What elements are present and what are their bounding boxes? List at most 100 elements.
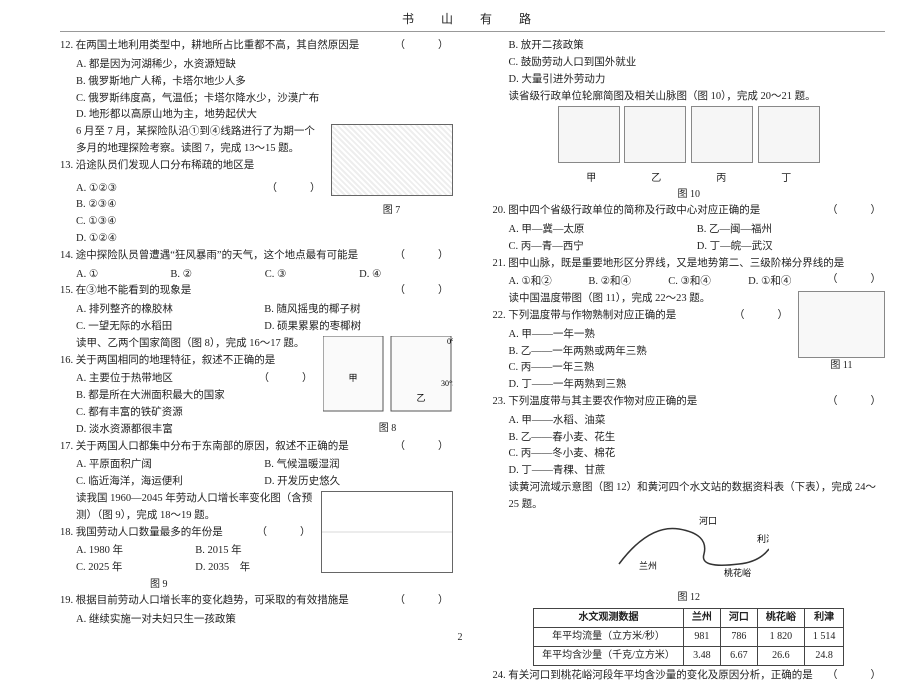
province-outline-ding-icon [758,106,820,163]
q24-stem: 24. 有关河口到桃花峪河段年平均含沙量的变化及原因分析，正确的是 （ ） [493,668,886,685]
q22-opt-a: A. 甲——一年一熟 [493,327,793,344]
answer-blank: （ ） [827,272,885,289]
answer-blank: （ ） [827,394,885,411]
q22-opt-d: D. 丁——一年两熟到三熟 [493,377,793,394]
lead24: 读黄河流域示意图（图 12）和黄河四个水文站的数据资料表（下表），完成 24～2… [493,480,886,514]
q23-stem: 23. 下列温度带与其主要农作物对应正确的是 （ ） [493,394,886,411]
q12-opt-c: C. 俄罗斯纬度高，气温低；卡塔尔降水少，沙漠广布 [60,91,453,108]
label-ding: 丁 [781,171,791,187]
figure-9 [321,491,453,573]
q18-opt-c: C. 2025 年 [76,560,195,577]
q19-opt-a: A. 继续实施一对夫妇只生一孩政策 [60,612,453,629]
q22-opt-c: C. 丙——一年三熟 [493,360,793,377]
q13-opt-c: C. ①③④ [60,214,325,231]
q17-opt-d: D. 开发历史悠久 [264,474,452,491]
q13-stem: 13. 沿途队员们发现人口分布稀疏的地区是 [60,158,325,175]
label-hekou: 河口 [699,515,717,526]
q20-opt-a: A. 甲—冀—太原 [509,222,697,239]
td-val: 981 [683,628,720,647]
th-taohuayu: 桃花峪 [757,609,804,628]
th-lijin: 利津 [804,609,844,628]
q12-text: 12. 在两国土地利用类型中，耕地所占比重都不高，其自然原因是 [60,40,359,51]
svg-text:30°S: 30°S [441,379,453,388]
q16-stem: 16. 关于两国相同的地理特征，叙述不正确的是 [60,353,317,370]
answer-blank: （ ） [395,38,453,55]
page-number: 2 [458,630,463,646]
lead18-row: 读我国 1960—2045 年劳动人口增长率变化图（含预测）（图 9），完成 1… [60,491,453,593]
q21-options: A. ①和② B. ②和④ C. ③和④ D. ①和④ [493,274,828,291]
q17-opt-b: B. 气候温暖湿润 [264,457,452,474]
q18-text: 18. 我国劳动人口数量最多的年份是 [60,527,223,538]
answer-blank: （ ） [827,668,885,685]
q13-opt-d: D. ①②④ [60,231,325,248]
q23-opt-d: D. 丁——青稞、甘蔗 [493,463,886,480]
q21-opt-b: B. ②和④ [588,274,667,291]
q14-opt-b: B. ② [170,267,263,284]
exam-page: 书 山 有 路 12. 在两国土地利用类型中，耕地所占比重都不高，其自然原因是 … [0,0,920,650]
fig11-caption: 图 11 [798,358,885,374]
answer-blank: （ ） [395,439,453,456]
line-chart-icon [321,491,453,573]
answer-blank: （ ） [395,248,453,265]
right-column: B. 放开二孩政策 C. 鼓励劳动人口到国外就业 D. 大量引进外劳动力 读省级… [493,38,886,687]
answer-blank: （ ） [267,181,325,198]
q17-stem: 17. 关于两国人口都集中分布于东南部的原因，叙述不正确的是 （ ） [60,439,453,456]
q20-row2: C. 丙—青—西宁 D. 丁—皖—武汉 [493,239,886,256]
label-taohuayu: 桃花峪 [724,567,751,578]
q20-opt-d: D. 丁—皖—武汉 [697,239,885,256]
yellow-river-map-icon: 河口 兰州 桃花峪 利津 [609,514,769,584]
left-column: 12. 在两国土地利用类型中，耕地所占比重都不高，其自然原因是 （ ） A. 都… [60,38,453,687]
q15-opt-b: B. 随风摇曳的椰子树 [264,302,452,319]
q23-opt-a: A. 甲——水稻、油菜 [493,413,886,430]
answer-blank: （ ） [395,593,453,610]
q16-text: 16. 关于两国相同的地理特征，叙述不正确的是 [60,355,275,366]
lead20: 读省级行政单位轮廓简图及相关山脉图（图 10），完成 20～21 题。 [493,89,886,106]
figure-7: 图 7 [331,124,453,219]
q15-options-row1: A. 排列整齐的橡胶林 B. 随风摇曳的椰子树 [60,302,453,319]
answer-blank: （ ） [734,308,792,325]
q15-opt-d: D. 硕果累累的枣椰树 [264,319,452,336]
label-lijin: 利津 [757,533,769,544]
q14-opt-d: D. ④ [359,267,452,284]
q21-opt-d: D. ①和④ [748,274,827,291]
svg-text:0°: 0° [447,337,453,346]
q17-text: 17. 关于两国人口都集中分布于东南部的原因，叙述不正确的是 [60,441,349,452]
q15-options-row2: C. 一望无际的水稻田 D. 硕果累累的枣椰树 [60,319,453,336]
q16-opt-c: C. 都有丰富的铁矿资源 [60,405,317,422]
q24-text: 24. 有关河口到桃花峪河段年平均含沙量的变化及原因分析，正确的是 [493,670,813,681]
svg-text:甲: 甲 [348,373,357,383]
q22-text: 22. 下列温度带与作物熟制对应正确的是 [493,310,677,321]
q20-opt-c: C. 丙—青—西宁 [509,239,697,256]
fig12-caption: 图 12 [493,590,886,606]
label-jia: 甲 [586,171,596,187]
fig8-caption: 图 8 [323,421,453,437]
q16-opt-d: D. 淡水资源都很丰富 [60,422,317,439]
figure-11: 图 11 [798,291,885,374]
answer-blank: （ ） [395,283,453,300]
q20-opt-b: B. 乙—闽—福州 [697,222,885,239]
th-lanzhou: 兰州 [683,609,720,628]
q14-stem: 14. 途中探险队员曾遭遇“狂风暴雨”的天气，这个地点最有可能是 （ ） [60,248,453,265]
answer-blank: （ ） [827,203,885,220]
q21-text: 21. 图中山脉，既是重要地形区分界线，又是地势第二、三级阶梯分界线的是 [493,258,845,269]
q14-opt-c: C. ③ [265,267,358,284]
q14-text: 14. 途中探险队员曾遭遇“狂风暴雨”的天气，这个地点最有可能是 [60,250,358,261]
q23-opt-c: C. 丙——冬小麦、棉花 [493,446,886,463]
q20-stem: 20. 图中四个省级行政单位的简称及行政中心对应正确的是 （ ） [493,203,886,220]
lead22-row: 读中国温度带图（图 11），完成 22～23 题。 22. 下列温度带与作物熟制… [493,291,886,394]
q18-opt-b: B. 2015 年 [195,543,314,560]
lead22: 读中国温度带图（图 11），完成 22～23 题。 [493,291,793,308]
q15-text: 15. 在③地不能看到的现象是 [60,285,191,296]
q12-opt-b: B. 俄罗斯地广人稀，卡塔尔地少人多 [60,74,453,91]
table-header-row: 水文观测数据 兰州 河口 桃花峪 利津 [534,609,844,628]
q19-opt-d: D. 大量引进外劳动力 [493,72,886,89]
label-lanzhou: 兰州 [639,560,657,571]
figure-12: 河口 兰州 桃花峪 利津 图 12 [493,514,886,607]
two-column-layout: 12. 在两国土地利用类型中，耕地所占比重都不高，其自然原因是 （ ） A. 都… [60,38,885,687]
q19-stem: 19. 根据目前劳动人口增长率的变化趋势，可采取的有效措施是 （ ） [60,593,453,610]
lead13-row: 6 月至 7 月，某探险队沿①到④线路进行了为期一个多月的地理探险考察。读图 7… [60,124,453,248]
q17-opt-a: A. 平原面积广阔 [76,457,264,474]
hydrology-data-table: 水文观测数据 兰州 河口 桃花峪 利津 年平均流量（立方米/秒） 981 786… [533,608,844,666]
q16-opt-b: B. 都是所在大洲面积最大的国家 [60,388,317,405]
q22-stem: 22. 下列温度带与作物熟制对应正确的是 （ ） [493,308,793,325]
